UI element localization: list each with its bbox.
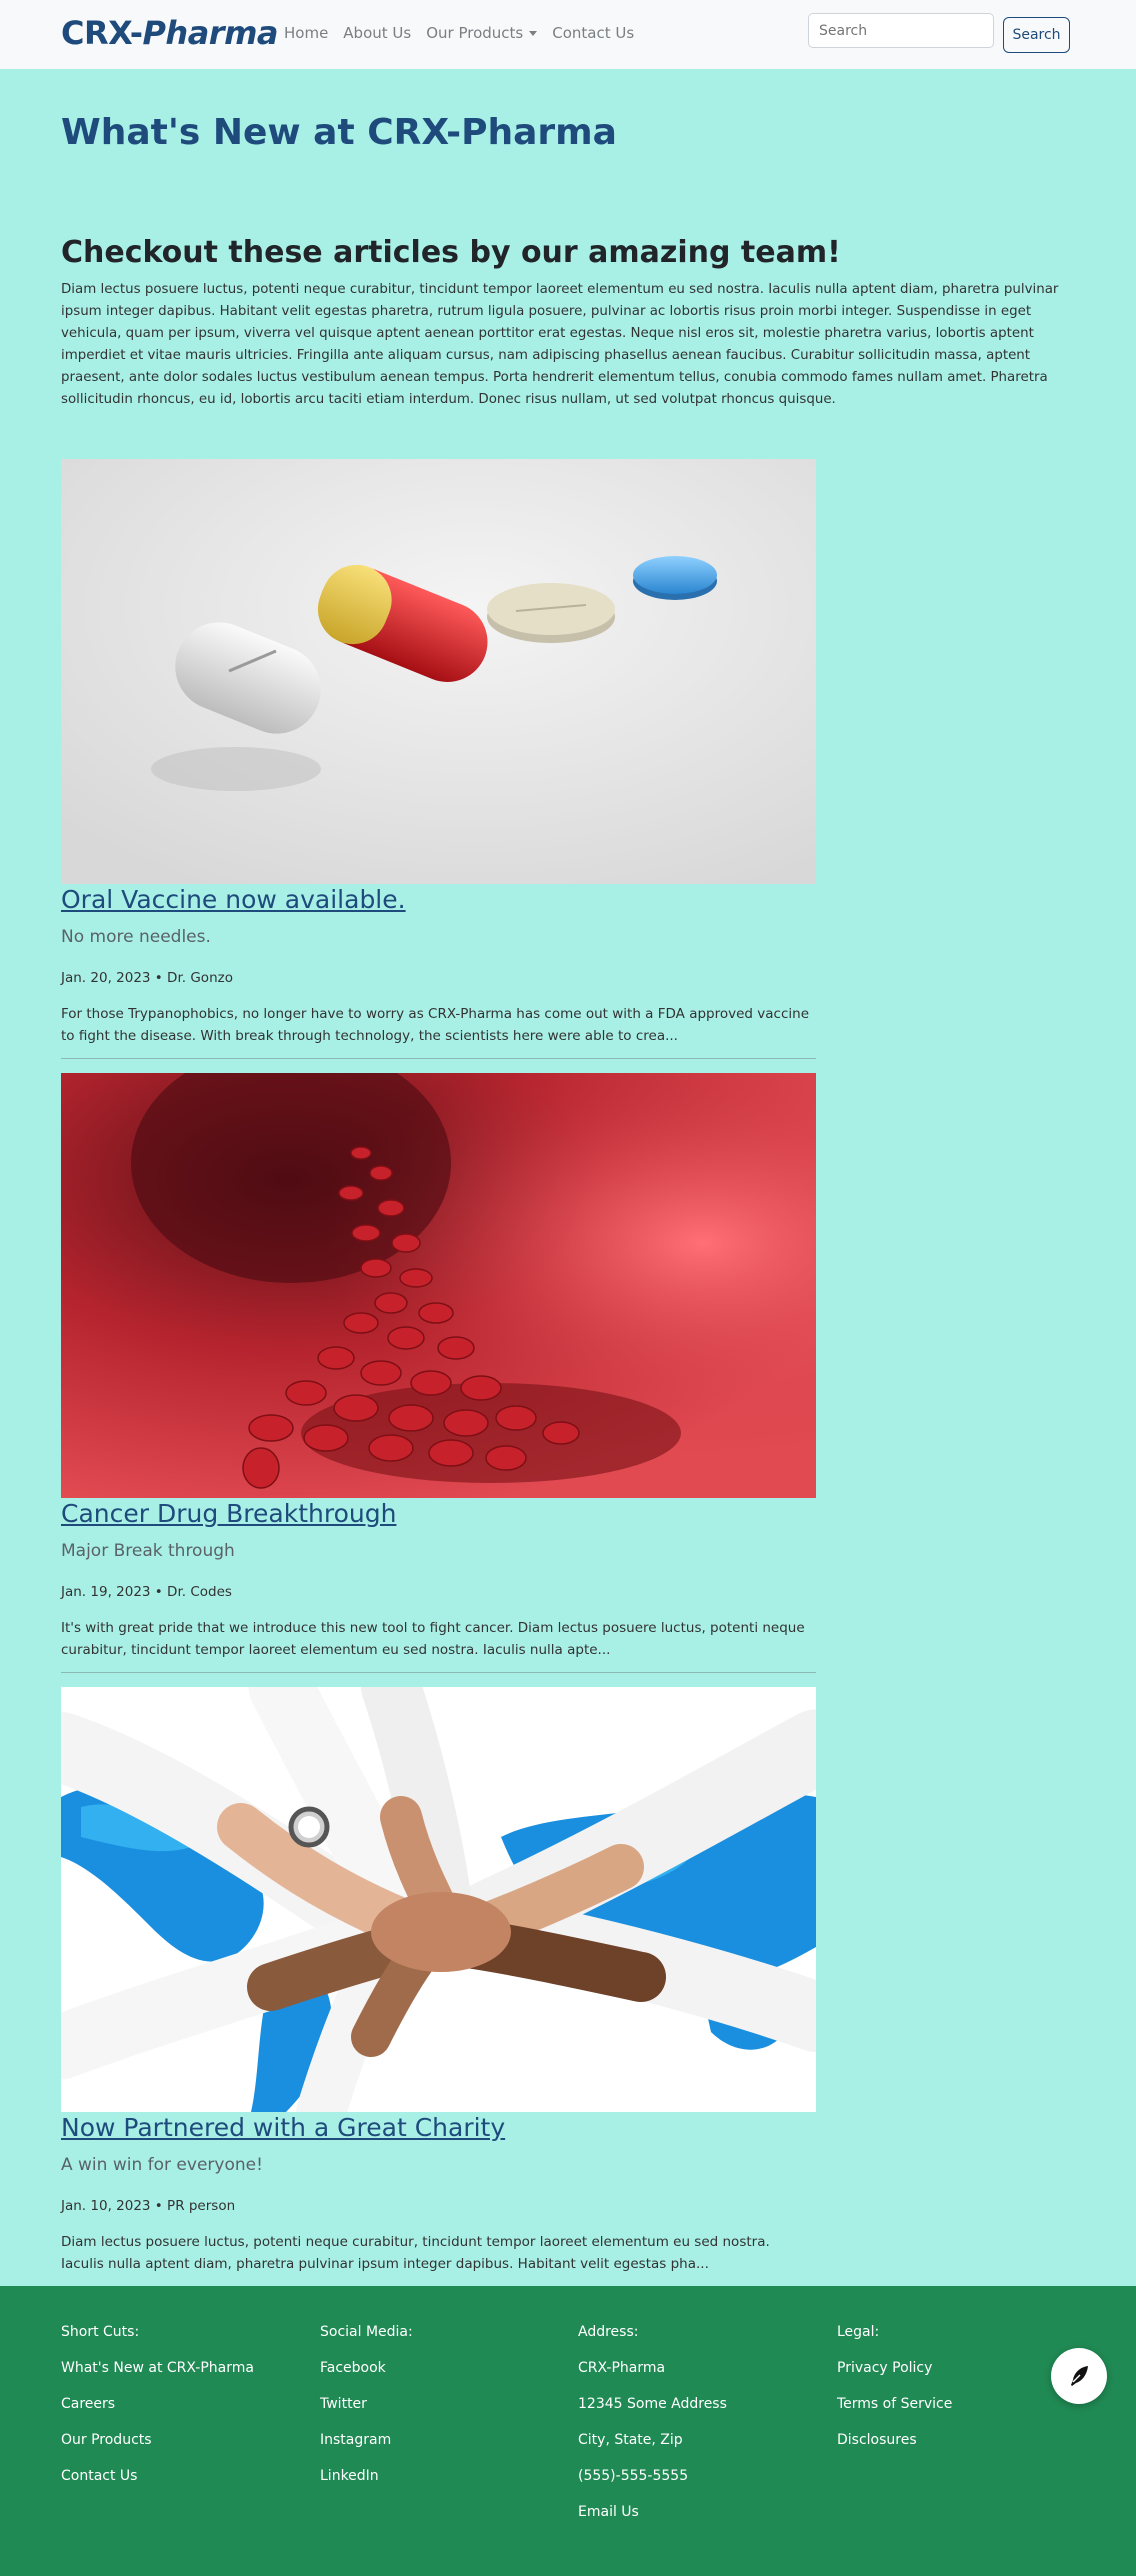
article-image-hands-together[interactable]	[61, 1687, 816, 2112]
brand-part1: CRX-	[61, 14, 143, 52]
article-card: Now Partnered with a Great Charity A win…	[61, 1687, 816, 2275]
address-street: 12345 Some Address	[578, 2396, 727, 2412]
navbar: CRX-Pharma Home About Us Our Products Co…	[0, 0, 1136, 69]
footer-social: Social Media: Facebook Twitter Instagram…	[320, 2324, 413, 2504]
article-subtitle: Major Break through	[61, 1541, 235, 1561]
footer-link-whats-new[interactable]: What's New at CRX-Pharma	[61, 2360, 254, 2376]
footer-link-twitter[interactable]: Twitter	[320, 2396, 367, 2412]
brand-logo[interactable]: CRX-Pharma	[61, 14, 279, 52]
footer-link-terms[interactable]: Terms of Service	[837, 2396, 952, 2412]
footer: Short Cuts: What's New at CRX-Pharma Car…	[0, 2286, 1136, 2576]
caret-down-icon	[529, 31, 538, 36]
address-company: CRX-Pharma	[578, 2360, 666, 2376]
footer-link-linkedin[interactable]: LinkedIn	[320, 2468, 379, 2484]
footer-heading: Social Media:	[320, 2324, 413, 2340]
nav-contact[interactable]: Contact Us	[552, 24, 634, 42]
footer-legal: Legal: Privacy Policy Terms of Service D…	[837, 2324, 952, 2468]
nav-products-label: Our Products	[426, 24, 524, 42]
article-meta: Jan. 10, 2023 • PR person	[61, 2198, 236, 2214]
article-excerpt: Diam lectus posuere luctus, potenti nequ…	[61, 2234, 770, 2272]
footer-link-facebook[interactable]: Facebook	[320, 2360, 386, 2376]
article-card: Oral Vaccine now available. No more need…	[61, 459, 816, 1059]
footer-link-contact[interactable]: Contact Us	[61, 2468, 137, 2484]
article-meta: Jan. 19, 2023 • Dr. Codes	[61, 1584, 232, 1600]
footer-link-products[interactable]: Our Products	[61, 2432, 152, 2448]
article-excerpt: For those Trypanophobics, no longer have…	[61, 1006, 809, 1044]
address-city: City, State, Zip	[578, 2432, 683, 2448]
footer-heading: Legal:	[837, 2324, 880, 2340]
nav-products-dropdown[interactable]: Our Products	[426, 24, 538, 42]
nav-links: Home About Us Our Products Contact Us	[284, 24, 649, 42]
article-image-blood-cells[interactable]	[61, 1073, 816, 1498]
address-phone: (555)-555-5555	[578, 2468, 689, 2484]
footer-link-disclosures[interactable]: Disclosures	[837, 2432, 917, 2448]
footer-link-instagram[interactable]: Instagram	[320, 2432, 391, 2448]
article-image-pills[interactable]	[61, 459, 816, 884]
article-title-link[interactable]: Oral Vaccine now available.	[61, 885, 816, 914]
nav-home[interactable]: Home	[284, 24, 328, 42]
article-meta: Jan. 20, 2023 • Dr. Gonzo	[61, 970, 233, 986]
footer-link-careers[interactable]: Careers	[61, 2396, 115, 2412]
floating-action-button[interactable]	[1051, 2348, 1107, 2404]
search-input[interactable]	[808, 13, 994, 48]
article-subtitle: No more needles.	[61, 927, 211, 947]
footer-address: Address: CRX-Pharma 12345 Some Address C…	[578, 2324, 727, 2540]
intro-paragraph: Diam lectus posuere luctus, potenti nequ…	[61, 282, 1059, 407]
divider	[61, 1058, 816, 1059]
footer-link-privacy[interactable]: Privacy Policy	[837, 2360, 932, 2376]
footer-shortcuts: Short Cuts: What's New at CRX-Pharma Car…	[61, 2324, 254, 2504]
footer-link-email[interactable]: Email Us	[578, 2504, 639, 2520]
feather-pen-icon	[1071, 2366, 1088, 2386]
article-title-link[interactable]: Cancer Drug Breakthrough	[61, 1499, 816, 1528]
page-title: What's New at CRX-Pharma	[61, 112, 617, 153]
nav-about[interactable]: About Us	[343, 24, 411, 42]
brand-part2: Pharma	[142, 14, 279, 52]
article-title-link[interactable]: Now Partnered with a Great Charity	[61, 2113, 816, 2142]
search-button[interactable]: Search	[1003, 17, 1070, 53]
footer-heading: Short Cuts:	[61, 2324, 140, 2340]
footer-heading: Address:	[578, 2324, 639, 2340]
section-title: Checkout these articles by our amazing t…	[61, 235, 841, 270]
article-card: Cancer Drug Breakthrough Major Break thr…	[61, 1073, 816, 1673]
divider	[61, 1672, 816, 1673]
article-subtitle: A win win for everyone!	[61, 2155, 263, 2175]
article-excerpt: It's with great pride that we introduce …	[61, 1620, 805, 1658]
